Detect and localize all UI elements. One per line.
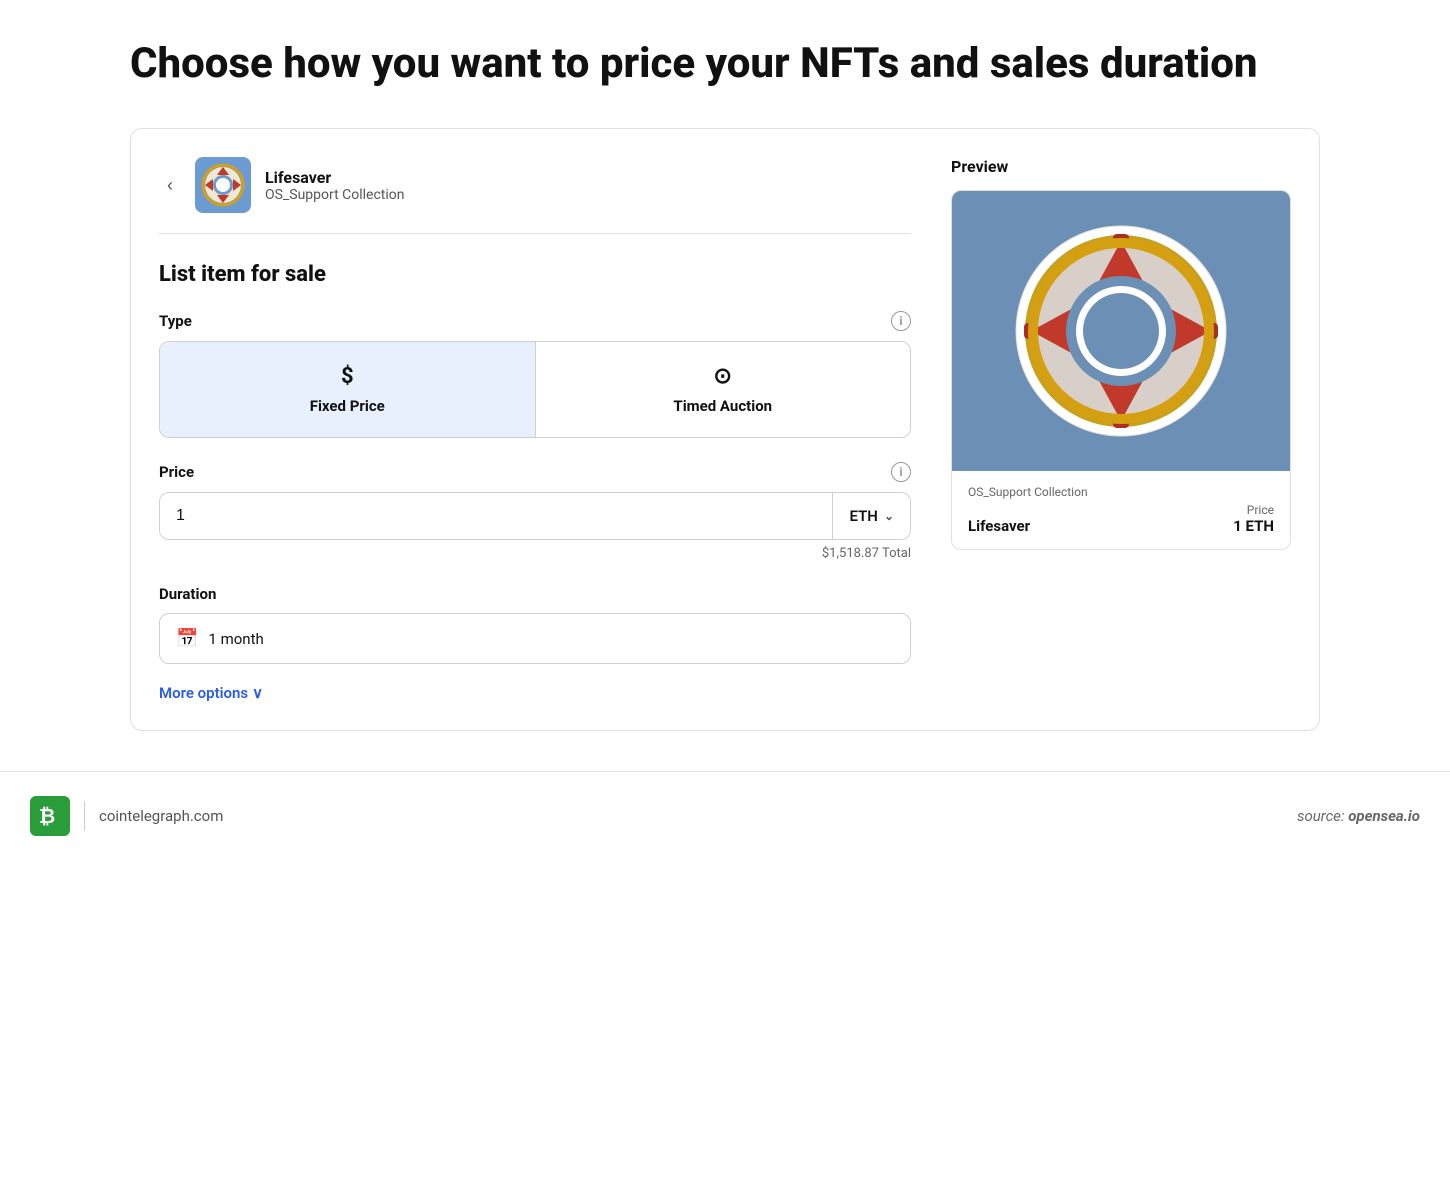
footer-source: source: opensea.io	[1297, 807, 1420, 825]
preview-collection: OS_Support Collection	[968, 485, 1274, 499]
preview-price-value: 1 ETH	[1233, 517, 1274, 535]
calendar-icon: 📅	[176, 628, 198, 649]
price-label: Price	[159, 463, 194, 481]
main-card: ‹	[130, 128, 1320, 731]
price-field-label: Price i	[159, 462, 911, 482]
footer-divider	[84, 801, 85, 831]
type-field-label: Type i	[159, 311, 911, 331]
footer-domain: cointelegraph.com	[99, 807, 223, 825]
duration-text: 1 month	[208, 630, 263, 648]
nft-collection: OS_Support Collection	[265, 187, 405, 203]
page-title: Choose how you want to price your NFTs a…	[130, 40, 1320, 88]
price-input-row: ETH ⌄	[159, 492, 911, 540]
currency-selector[interactable]: ETH ⌄	[832, 493, 910, 539]
duration-field: Duration 📅 1 month	[159, 585, 911, 664]
preview-price-block: Price 1 ETH	[1233, 503, 1274, 535]
more-options-chevron-icon: ∨	[252, 684, 263, 702]
timed-auction-label: Timed Auction	[673, 397, 772, 415]
price-field-wrapper: Price i ETH ⌄ $1,518.87 Total	[159, 462, 911, 561]
type-option-fixed[interactable]: $ Fixed Price	[160, 342, 536, 437]
price-total: $1,518.87 Total	[159, 546, 911, 561]
nft-name: Lifesaver	[265, 168, 405, 187]
right-panel: Preview	[951, 157, 1291, 702]
preview-nft-name: Lifesaver	[968, 517, 1030, 535]
type-selector: $ Fixed Price ⊙ Timed Auction	[159, 341, 911, 438]
lifesaver-illustration	[1011, 221, 1231, 441]
currency-chevron-icon: ⌄	[884, 509, 894, 523]
type-option-auction[interactable]: ⊙ Timed Auction	[536, 342, 911, 437]
footer-logo: ₿	[30, 796, 70, 836]
fixed-price-icon: $	[341, 364, 354, 389]
currency-label: ETH	[849, 507, 877, 525]
nft-avatar-icon	[199, 161, 247, 209]
footer-left: ₿ cointelegraph.com	[30, 796, 223, 836]
type-label: Type	[159, 312, 192, 330]
duration-input[interactable]: 📅 1 month	[159, 613, 911, 664]
section-title: List item for sale	[159, 262, 911, 287]
left-panel: ‹	[159, 157, 911, 702]
preview-info: OS_Support Collection Lifesaver Price 1 …	[952, 471, 1290, 549]
footer-source-name: opensea.io	[1348, 807, 1420, 825]
svg-text:₿: ₿	[39, 804, 55, 828]
more-options-label: More options	[159, 684, 248, 702]
nft-header: ‹	[159, 157, 911, 234]
timed-auction-icon: ⊙	[714, 364, 732, 389]
preview-price-label: Price	[1233, 503, 1274, 517]
footer-source-prefix: source:	[1297, 807, 1345, 825]
duration-label: Duration	[159, 585, 216, 603]
preview-bottom-row: Lifesaver Price 1 ETH	[968, 503, 1274, 535]
back-button[interactable]: ‹	[159, 171, 181, 200]
cointelegraph-logo-icon: ₿	[37, 803, 63, 829]
preview-image	[952, 191, 1290, 471]
fixed-price-label: Fixed Price	[310, 397, 385, 415]
nft-avatar	[195, 157, 251, 213]
duration-field-label: Duration	[159, 585, 911, 603]
price-input[interactable]	[160, 493, 832, 539]
type-info-icon[interactable]: i	[891, 311, 911, 331]
footer: ₿ cointelegraph.com source: opensea.io	[0, 771, 1450, 860]
nft-info: Lifesaver OS_Support Collection	[265, 168, 405, 203]
preview-card: OS_Support Collection Lifesaver Price 1 …	[951, 190, 1291, 550]
price-info-icon[interactable]: i	[891, 462, 911, 482]
preview-title: Preview	[951, 157, 1291, 176]
more-options-link[interactable]: More options ∨	[159, 684, 911, 702]
